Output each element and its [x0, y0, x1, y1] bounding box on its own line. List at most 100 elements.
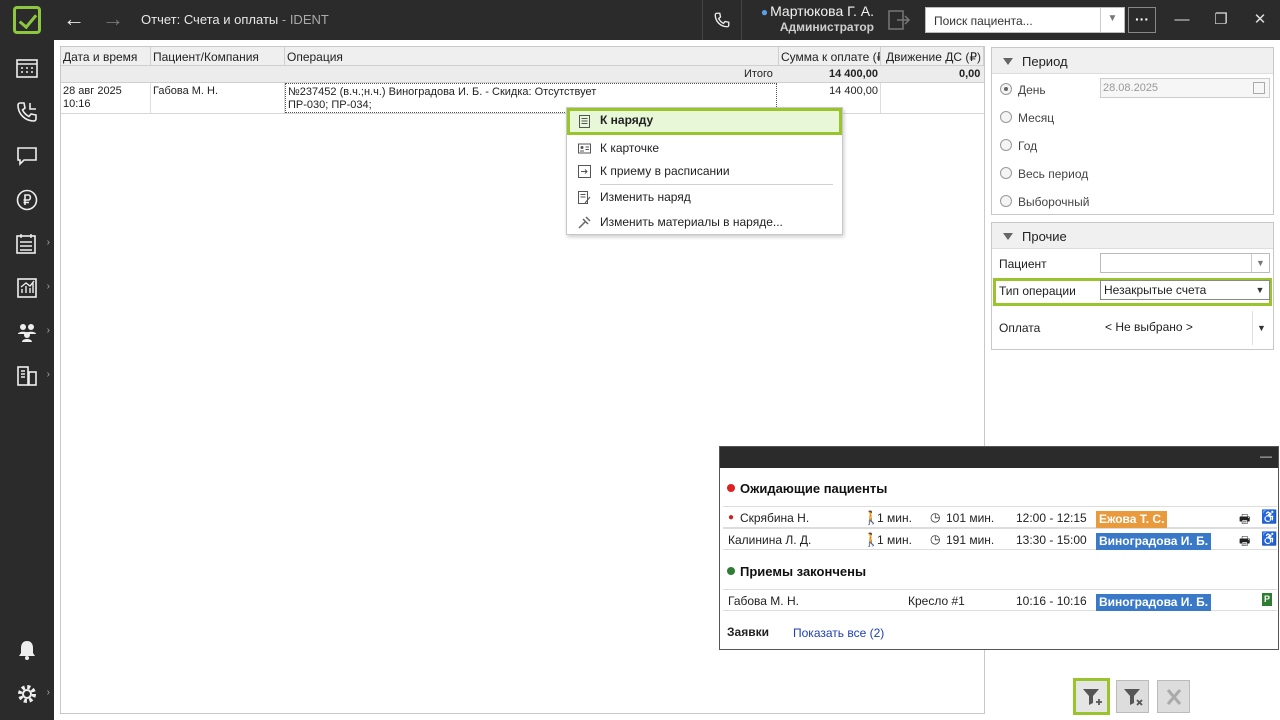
more-button[interactable]: ··· — [1128, 7, 1156, 33]
schedule-icon — [16, 234, 36, 254]
chevron-right-icon: › — [46, 325, 50, 336]
red-dot-icon — [727, 484, 735, 492]
forward-arrow-icon[interactable]: → — [100, 8, 126, 32]
export-excel-button[interactable] — [1157, 680, 1190, 713]
dental-chair-icon[interactable]: ♿ — [1261, 531, 1277, 547]
table-row[interactable]: 28 авг 2025 10:16 Габова М. Н. №237452 (… — [61, 83, 984, 114]
patient-search-input[interactable]: Поиск пациента... ▼ — [925, 7, 1125, 33]
invoice-icon[interactable]: P — [1262, 593, 1272, 606]
chevron-down-icon[interactable]: ▼ — [1251, 254, 1269, 272]
other-panel-header[interactable]: Прочие — [992, 223, 1273, 249]
minimize-icon[interactable]: — — [1172, 10, 1192, 30]
show-all-link[interactable]: Показать все (2) — [793, 626, 884, 640]
list-item[interactable]: ● Скрябина Н. 🚶 1 мин. ◷ 101 мин. 12:00 … — [723, 506, 1277, 528]
window-title: Отчет: Счета и оплаты - IDENT — [141, 12, 329, 27]
calendar-grid-icon — [16, 59, 38, 78]
chevron-down-icon[interactable]: ▼ — [1100, 8, 1124, 32]
switch-user-icon[interactable] — [886, 8, 914, 32]
column-header-patient[interactable]: Пациент/Компания — [151, 47, 285, 66]
doctor-badge: Ежова Т. С. — [1096, 511, 1168, 528]
sidebar-item-messages[interactable] — [0, 136, 54, 176]
filter-remove-icon — [1123, 688, 1143, 706]
sidebar-item-devices[interactable]: › — [0, 356, 54, 396]
patient-combo[interactable]: ▼ — [1100, 253, 1270, 273]
checkmark-logo-icon — [13, 6, 41, 34]
appointment-time: 13:30 - 15:00 — [1016, 533, 1087, 547]
green-dot-icon — [727, 567, 735, 575]
close-icon[interactable]: ✕ — [1250, 10, 1270, 30]
menu-item-to-appointment[interactable]: К приему в расписании — [567, 159, 842, 184]
phone-calls-icon — [17, 102, 37, 122]
column-header-date[interactable]: Дата и время — [61, 47, 151, 66]
date-field[interactable]: 28.08.2025 — [1100, 78, 1270, 98]
sidebar-item-settings[interactable]: › — [0, 674, 54, 714]
finished-title-text: Приемы закончены — [740, 564, 867, 579]
printer-icon[interactable]: 🖶 — [1239, 532, 1250, 553]
radio-label: Месяц — [1018, 111, 1055, 125]
apply-filter-button[interactable] — [1073, 678, 1110, 715]
radio-day[interactable]: День — [1000, 83, 1046, 97]
notification-panel: — Ожидающие пациенты ● Скрябина Н. 🚶 1 м… — [719, 446, 1279, 650]
notification-title-bar: — — [720, 447, 1278, 468]
doctor-badge: Виноградова И. Б. — [1096, 594, 1212, 611]
menu-item-edit-materials[interactable]: Изменить материалы в наряде... — [567, 210, 842, 235]
sidebar-item-patients[interactable]: › — [0, 312, 54, 352]
payment-select[interactable]: < Не выбрано > ▼ — [1100, 311, 1270, 345]
chevron-down-icon[interactable]: ▼ — [1252, 311, 1270, 345]
row-time: 10:16 — [63, 98, 91, 110]
patient-name: Скрябина Н. — [740, 511, 810, 525]
chevron-right-icon: › — [46, 237, 50, 248]
radio-all-period[interactable]: Весь период — [1000, 167, 1088, 181]
requests-label: Заявки — [727, 625, 769, 639]
collapse-triangle-icon — [1003, 233, 1013, 240]
sidebar-item-calendar[interactable]: › — [0, 224, 54, 264]
radio-circle-icon — [1000, 167, 1012, 179]
menu-item-to-card[interactable]: К карточке — [567, 136, 842, 161]
list-item[interactable]: Калинина Л. Д. 🚶 1 мин. ◷ 191 мин. 13:30… — [723, 528, 1277, 550]
chevron-down-icon[interactable]: ▼ — [1251, 281, 1269, 299]
column-header-sum[interactable]: Сумма к оплате (₽) — [779, 47, 881, 66]
wait-time: 1 мин. — [877, 533, 912, 547]
column-header-operation[interactable]: Операция — [285, 47, 779, 66]
row-date: 28 авг 2025 — [63, 85, 122, 97]
op-type-select[interactable]: Незакрытые счета ▼ — [1100, 280, 1270, 300]
radio-custom[interactable]: Выборочный — [1000, 195, 1089, 209]
chevron-right-icon: › — [46, 687, 50, 698]
cell-date: 28 авг 2025 10:16 — [61, 83, 151, 113]
sidebar-item-notifications[interactable] — [0, 630, 54, 670]
sidebar-item-calls[interactable] — [0, 92, 54, 132]
column-header-cash[interactable]: Движение ДС (₽) — [881, 47, 984, 66]
period-panel-header[interactable]: Период — [992, 48, 1273, 74]
clear-filter-button[interactable] — [1116, 680, 1149, 713]
user-role: Администратор — [779, 20, 874, 34]
op-type-label: Тип операции — [999, 284, 1076, 298]
calendar-icon[interactable] — [1253, 82, 1265, 94]
minimize-panel-icon[interactable]: — — [1260, 449, 1272, 463]
restore-icon[interactable]: ❐ — [1211, 10, 1231, 30]
reports-icon — [17, 278, 37, 298]
radio-month[interactable]: Месяц — [1000, 111, 1054, 125]
menu-item-edit-order[interactable]: Изменить наряд — [567, 185, 842, 210]
user-info[interactable]: ● Мартюкова Г. А. Администратор — [750, 3, 874, 34]
top-bar: ← → Отчет: Счета и оплаты - IDENT ● Мартю… — [0, 0, 1280, 40]
sidebar-item-reports[interactable]: › — [0, 268, 54, 308]
elapsed-time: 191 мин. — [946, 533, 995, 547]
person-icon: ● — [728, 512, 735, 523]
period-panel: Период День 28.08.2025 Месяц Год Весь пе… — [991, 47, 1274, 215]
menu-item-to-order[interactable]: К наряду — [567, 108, 842, 135]
tools-icon — [578, 216, 591, 229]
dental-chair-icon[interactable]: ♿ — [1261, 509, 1277, 525]
sidebar-item-finance[interactable] — [0, 180, 54, 220]
radio-circle-icon — [1000, 83, 1012, 95]
radio-circle-icon — [1000, 195, 1012, 207]
sidebar-item-schedule[interactable] — [0, 48, 54, 88]
phone-button[interactable] — [702, 0, 742, 40]
app-logo[interactable] — [0, 0, 54, 40]
radio-year[interactable]: Год — [1000, 139, 1037, 153]
menu-item-label: К приему в расписании — [600, 164, 730, 178]
back-arrow-icon[interactable]: ← — [61, 8, 87, 32]
menu-item-label: К карточке — [600, 141, 660, 155]
clock-icon: ◷ — [930, 532, 941, 546]
total-cash: 0,00 — [959, 68, 981, 80]
list-item[interactable]: Габова М. Н. Кресло #1 10:16 - 10:16 Вин… — [723, 589, 1277, 611]
